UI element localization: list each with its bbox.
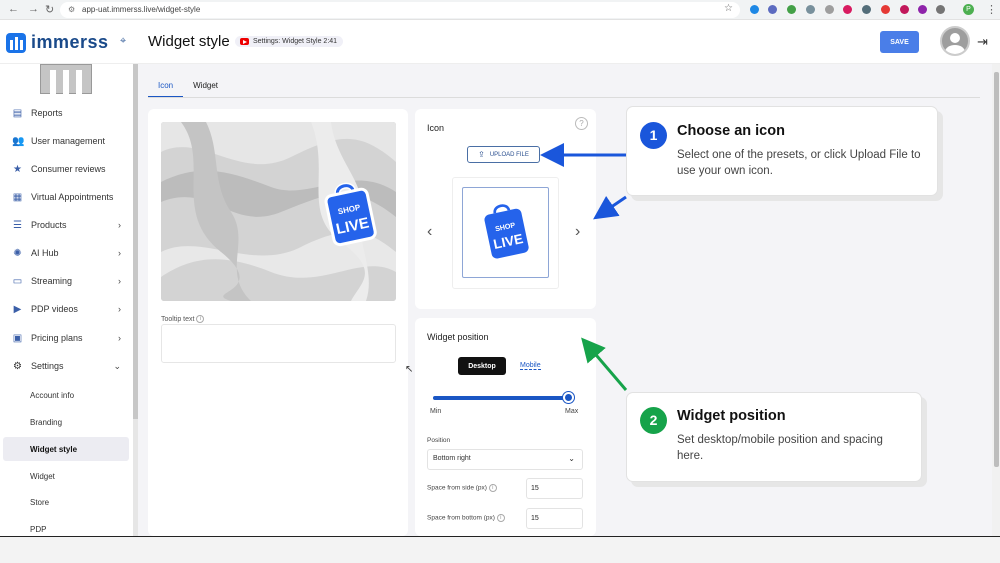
- callout-widget-position: 2 Widget position Set desktop/mobile pos…: [626, 392, 922, 482]
- arrow-to-widget-position: [581, 337, 628, 391]
- callout-number-1: 1: [640, 122, 667, 149]
- callout-choose-icon: 1 Choose an icon Select one of the prese…: [626, 106, 938, 196]
- callout-title: Choose an icon: [677, 123, 785, 139]
- arrow-to-carousel: [593, 195, 627, 220]
- bottom-bar: [0, 536, 1000, 563]
- callout-number-2: 2: [640, 407, 667, 434]
- mouse-cursor-icon: ↖: [405, 364, 414, 375]
- callout-text: Select one of the presets, or click Uplo…: [677, 149, 921, 177]
- page-scrollbar-thumb[interactable]: [994, 72, 999, 467]
- callout-text: Set desktop/mobile position and spacing …: [677, 434, 883, 462]
- callout-title: Widget position: [677, 408, 786, 424]
